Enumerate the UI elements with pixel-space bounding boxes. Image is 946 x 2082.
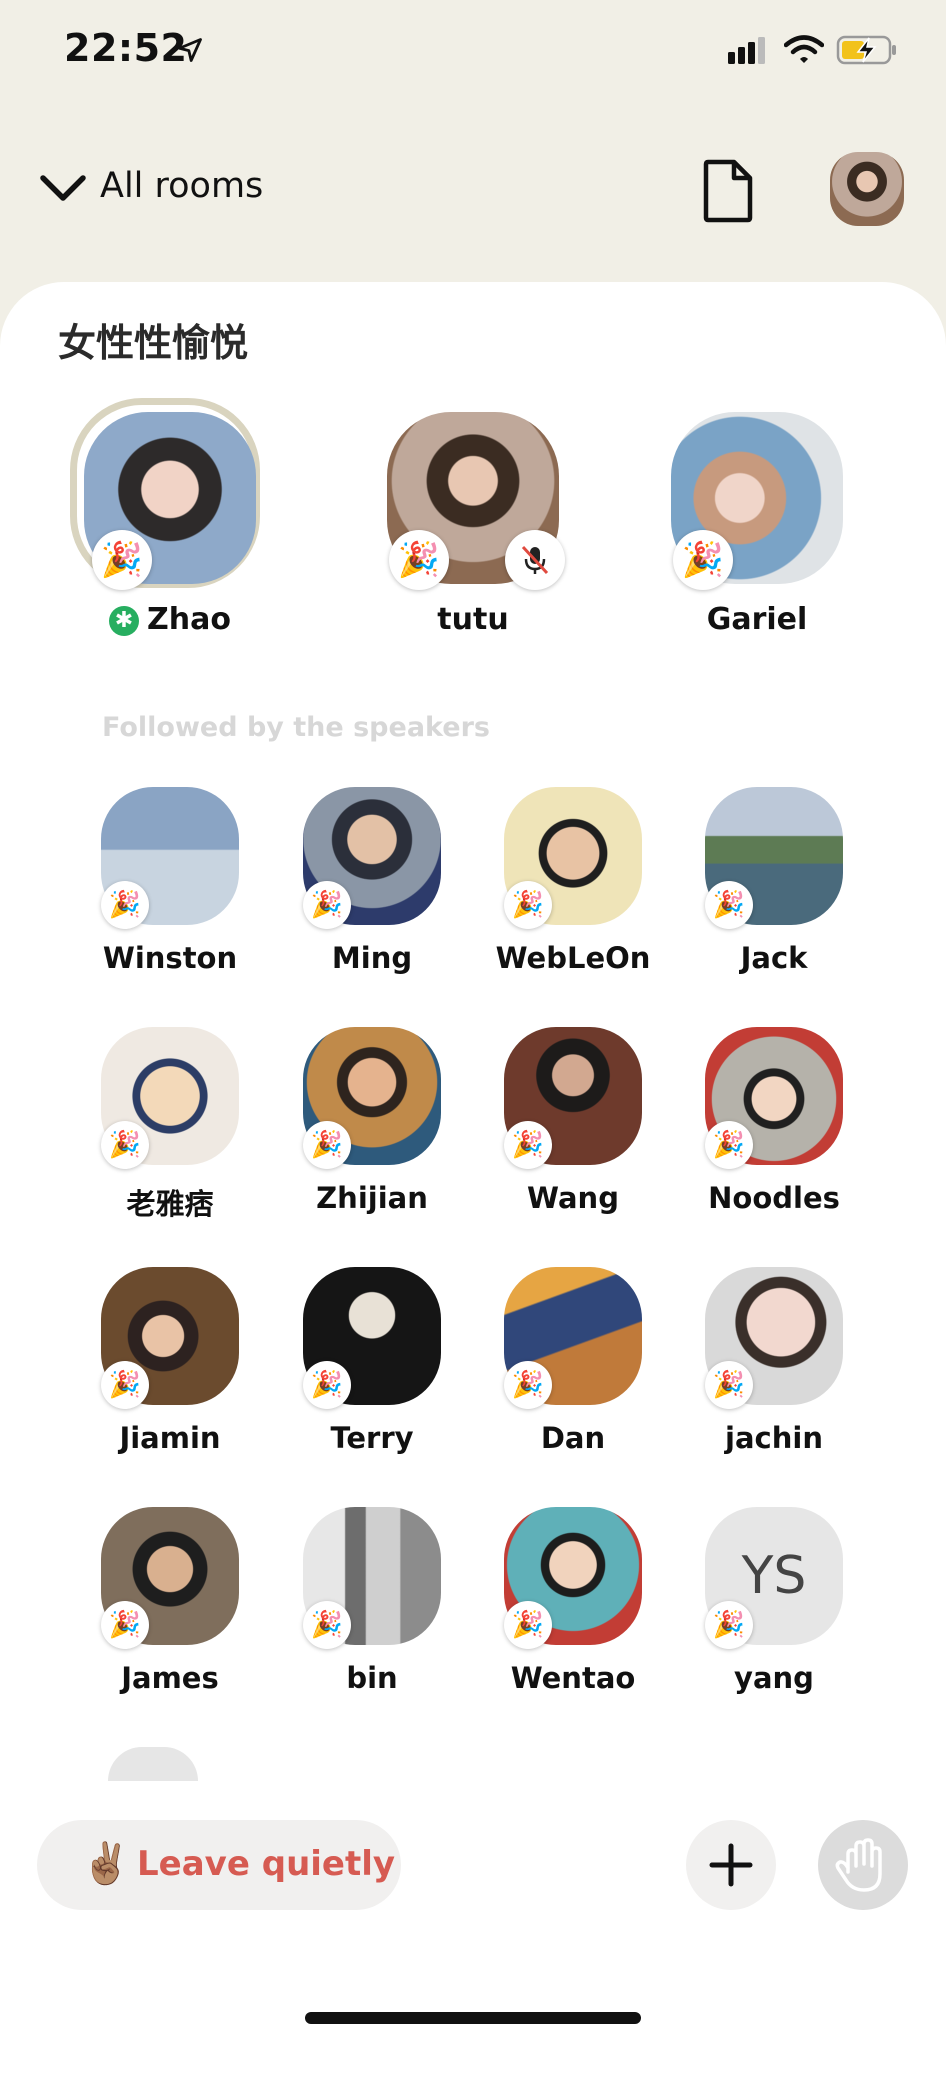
add-button[interactable] xyxy=(686,1820,776,1910)
party-badge-icon: 🎉 xyxy=(705,1361,753,1409)
speaker-name: tutu xyxy=(437,602,509,637)
plus-icon xyxy=(709,1843,753,1887)
listener-name: yang xyxy=(734,1661,814,1695)
listener-item[interactable]: 🎉 WebLeOn xyxy=(483,787,663,975)
party-badge-icon: 🎉 xyxy=(303,881,351,929)
party-badge-icon: 🎉 xyxy=(101,1121,149,1169)
listener-name: James xyxy=(121,1661,219,1695)
listener-item[interactable]: 🎉 Dan xyxy=(483,1267,663,1455)
party-badge-icon: 🎉 xyxy=(705,1121,753,1169)
listener-name: Winston xyxy=(102,941,238,975)
document-icon[interactable] xyxy=(700,158,756,224)
party-badge-icon: 🎉 xyxy=(101,881,149,929)
party-badge-icon: 🎉 xyxy=(303,1361,351,1409)
listener-item[interactable]: 🎉 Wang xyxy=(483,1027,663,1215)
listener-item[interactable]: 🎉 Winston xyxy=(80,787,260,975)
party-badge-icon: 🎉 xyxy=(705,881,753,929)
listener-item[interactable]: 🎉 jachin xyxy=(684,1267,864,1455)
leave-label: Leave quietly xyxy=(137,1844,396,1884)
listener-item[interactable]: 🎉 Jack xyxy=(684,787,864,975)
speaker-name: Gariel xyxy=(706,602,808,637)
listener-item[interactable]: 🎉 Jiamin xyxy=(80,1267,260,1455)
speaker-gariel[interactable]: 🎉 Gariel xyxy=(647,412,867,637)
listener-name: Ming xyxy=(331,941,413,975)
chevron-down-icon[interactable] xyxy=(38,168,88,208)
speaker-zhao[interactable]: 🎉 ✱ Zhao xyxy=(60,398,280,637)
listener-name: Zhijian xyxy=(316,1181,428,1215)
listener-item[interactable]: 🎉 老雅痞 xyxy=(80,1027,260,1223)
listener-name: Terry xyxy=(330,1421,414,1455)
listener-name: WebLeOn xyxy=(495,941,651,975)
listener-name: Noodles xyxy=(708,1181,840,1215)
listener-name: Jiamin xyxy=(119,1421,221,1455)
wifi-icon xyxy=(784,35,824,63)
listener-name: bin xyxy=(346,1661,398,1695)
leave-quietly-button[interactable]: ✌🏽 Leave quietly xyxy=(37,1820,401,1910)
room-panel: 女性性愉悦 🎉 ✱ Zhao 🎉 tutu 🎉 Gariel Followed … xyxy=(0,282,946,2082)
party-badge-icon: 🎉 xyxy=(101,1361,149,1409)
battery-charging-icon xyxy=(836,35,896,65)
party-badge-icon: 🎉 xyxy=(705,1601,753,1649)
party-badge-icon: 🎉 xyxy=(504,1601,552,1649)
party-badge-icon: 🎉 xyxy=(101,1601,149,1649)
listener-item[interactable]: 🎉 Wentao xyxy=(483,1507,663,1695)
raise-hand-button[interactable] xyxy=(818,1820,908,1910)
cellular-signal-icon xyxy=(728,37,765,64)
party-badge-icon: 🎉 xyxy=(504,1361,552,1409)
location-arrow-icon xyxy=(178,38,202,62)
listener-item[interactable]: 🎉 Zhijian xyxy=(282,1027,462,1215)
party-badge-icon: 🎉 xyxy=(303,1601,351,1649)
moderator-icon: ✱ xyxy=(109,605,140,636)
hand-icon xyxy=(835,1838,882,1892)
listener-item[interactable]: 🎉 James xyxy=(80,1507,260,1695)
listener-item[interactable]: 🎉 Ming xyxy=(282,787,462,975)
speaker-name: ✱ Zhao xyxy=(60,602,280,637)
header: All rooms xyxy=(0,150,946,230)
status-time: 22:52 xyxy=(64,26,188,70)
party-badge-icon: 🎉 xyxy=(389,530,449,590)
listener-item[interactable]: 🎉 Noodles xyxy=(684,1027,864,1215)
listener-name: jachin xyxy=(725,1421,823,1455)
speaker-tutu[interactable]: 🎉 tutu xyxy=(363,412,583,637)
party-badge-icon: 🎉 xyxy=(673,530,733,590)
listener-item[interactable]: YS 🎉 yang xyxy=(684,1507,864,1695)
party-badge-icon: 🎉 xyxy=(92,530,152,590)
party-badge-icon: 🎉 xyxy=(504,1121,552,1169)
party-badge-icon: 🎉 xyxy=(303,1121,351,1169)
partial-avatar xyxy=(108,1747,198,1781)
listener-name: Wentao xyxy=(510,1661,636,1695)
room-title: 女性性愉悦 xyxy=(58,321,249,365)
profile-avatar[interactable] xyxy=(830,152,904,226)
listener-name: 老雅痞 xyxy=(126,1187,214,1221)
listener-name: Jack xyxy=(740,941,808,975)
listener-item[interactable]: 🎉 Terry xyxy=(282,1267,462,1455)
status-bar: 22:52 xyxy=(0,0,946,110)
section-label: Followed by the speakers xyxy=(102,712,490,743)
listener-item[interactable]: 🎉 bin xyxy=(282,1507,462,1695)
listener-name: Wang xyxy=(527,1181,619,1215)
muted-microphone-icon xyxy=(505,530,565,590)
home-indicator[interactable] xyxy=(305,2012,641,2024)
party-badge-icon: 🎉 xyxy=(504,881,552,929)
all-rooms-button[interactable]: All rooms xyxy=(100,166,263,206)
listener-name: Dan xyxy=(540,1421,606,1455)
peace-hand-icon: ✌🏽 xyxy=(81,1841,131,1887)
